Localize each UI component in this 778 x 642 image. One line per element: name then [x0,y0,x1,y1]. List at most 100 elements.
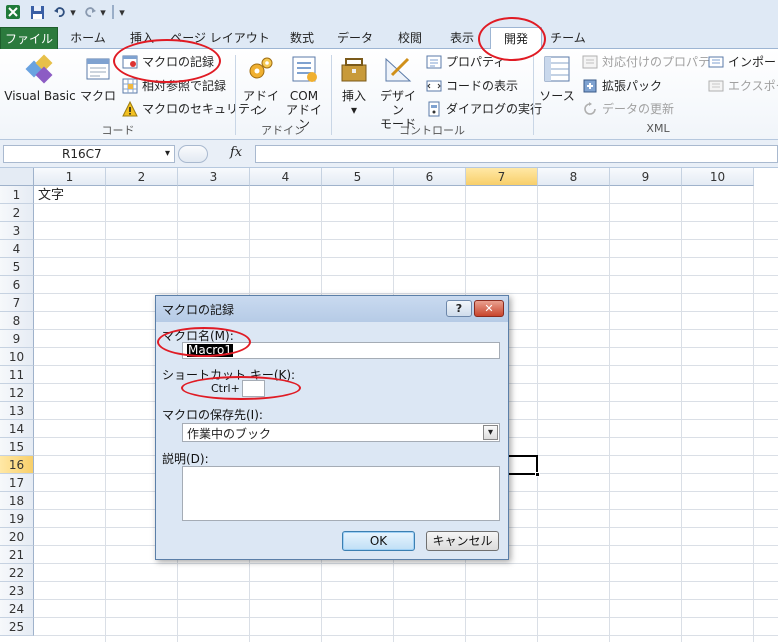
refresh-data-button[interactable]: データの更新 [582,100,674,118]
dialog-title-bar[interactable]: マクロの記録 ? ✕ [156,296,508,322]
undo-icon[interactable] [52,3,68,21]
column-header[interactable]: 2 [106,168,178,186]
row-header[interactable]: 8 [0,312,34,330]
fill-handle[interactable] [535,472,540,477]
run-dialog-button[interactable]: ダイアログの実行 [426,100,542,118]
grid-row-line [34,221,778,222]
refresh-icon [582,101,598,117]
row-header[interactable]: 22 [0,564,34,582]
row-header[interactable]: 15 [0,438,34,456]
grid-row-line [34,275,778,276]
row-header[interactable]: 9 [0,330,34,348]
insert-control-button[interactable]: 挿入 ▾ [337,53,371,117]
close-button[interactable]: ✕ [474,300,504,317]
row-header[interactable]: 4 [0,240,34,258]
tab-data[interactable]: データ [334,27,376,49]
tab-developer[interactable]: 開発 [490,27,542,50]
row-header[interactable]: 17 [0,474,34,492]
ok-button[interactable]: OK [342,531,415,551]
redo-icon[interactable] [82,3,98,21]
use-relative-references-button[interactable]: 相対参照で記録 [122,77,226,95]
row-header[interactable]: 5 [0,258,34,276]
column-header[interactable]: 10 [682,168,754,186]
tab-formulas[interactable]: 数式 [282,27,322,49]
tab-file[interactable]: ファイル [0,27,58,49]
column-header[interactable]: 4 [250,168,322,186]
help-button[interactable]: ? [446,300,472,317]
excel-logo-icon[interactable] [4,3,22,21]
tab-page-layout[interactable]: ページ レイアウト [166,27,274,49]
row-header[interactable]: 12 [0,384,34,402]
shortcut-key-input[interactable] [242,380,265,397]
tab-view[interactable]: 表示 [442,27,482,49]
qat-separator [112,5,114,19]
insert-function-icon[interactable]: fx [230,145,242,160]
row-header[interactable]: 13 [0,402,34,420]
row-header[interactable]: 6 [0,276,34,294]
store-macro-in-select[interactable]: 作業中のブック ▾ [182,423,500,442]
visual-basic-icon [24,53,56,85]
row-header[interactable]: 7 [0,294,34,312]
formula-bar-resize-handle[interactable] [178,145,208,163]
expansion-packs-button[interactable]: 拡張パック [582,77,662,95]
grid-row-line [34,239,778,240]
description-textarea[interactable] [182,466,500,521]
undo-dropdown-icon[interactable]: ▾ [68,3,78,21]
row-header[interactable]: 11 [0,366,34,384]
record-macro-button[interactable]: マクロの記録 [122,53,214,71]
cancel-button[interactable]: キャンセル [426,531,499,551]
tab-insert[interactable]: 挿入 [122,27,162,49]
row-header[interactable]: 20 [0,528,34,546]
name-box-dropdown-icon[interactable]: ▾ [165,146,170,162]
row-header[interactable]: 19 [0,510,34,528]
redo-dropdown-icon[interactable]: ▾ [98,3,108,21]
row-header[interactable]: 23 [0,582,34,600]
row-header[interactable]: 21 [0,546,34,564]
row-header[interactable]: 1 [0,186,34,204]
store-dropdown-icon[interactable]: ▾ [483,425,498,440]
customize-qat-icon[interactable]: ▾ [116,3,128,21]
column-header[interactable]: 1 [34,168,106,186]
visual-basic-button[interactable]: Visual Basic [4,53,76,103]
design-mode-button[interactable]: デザイン モード [376,53,420,131]
name-box[interactable]: R16C7 ▾ [3,145,175,163]
tab-review[interactable]: 校閲 [390,27,430,49]
properties-button[interactable]: プロパティ [426,53,505,71]
macro-name-input[interactable]: Macro1 [182,342,500,359]
view-code-icon [426,78,442,94]
column-header[interactable]: 9 [610,168,682,186]
row-header[interactable]: 16 [0,456,34,474]
xml-import-button[interactable]: インポート [708,53,778,71]
column-header[interactable]: 6 [394,168,466,186]
com-add-ins-button[interactable]: COM アドイン [284,53,324,131]
name-box-value: R16C7 [62,147,102,161]
row-header[interactable]: 25 [0,618,34,636]
xml-source-label: ソース [539,89,575,103]
tab-team[interactable]: チーム [546,27,590,49]
save-icon[interactable] [28,3,46,21]
formula-input[interactable] [255,145,778,163]
xml-source-button[interactable]: ソース [538,53,576,103]
tab-home[interactable]: ホーム [64,27,112,49]
xml-export-button[interactable]: エクスポート [708,77,778,95]
grid-column-line [537,186,538,642]
column-header[interactable]: 7 [466,168,538,186]
macros-button[interactable]: マクロ [80,53,116,103]
row-header[interactable]: 10 [0,348,34,366]
map-properties-button[interactable]: 対応付けのプロパティ [582,53,721,71]
run-dialog-label: ダイアログの実行 [446,102,543,116]
row-header[interactable]: 3 [0,222,34,240]
cell-r1c1[interactable]: 文字 [38,187,64,204]
column-header[interactable]: 5 [322,168,394,186]
view-code-button[interactable]: コードの表示 [426,77,518,95]
import-icon [708,54,724,70]
row-header[interactable]: 14 [0,420,34,438]
column-header[interactable]: 8 [538,168,610,186]
column-header[interactable]: 3 [178,168,250,186]
add-ins-button[interactable]: アドイン [241,53,281,117]
row-header[interactable]: 18 [0,492,34,510]
row-header[interactable]: 24 [0,600,34,618]
row-header[interactable]: 2 [0,204,34,222]
expansion-packs-icon [582,78,598,94]
select-all-corner[interactable] [0,168,34,186]
